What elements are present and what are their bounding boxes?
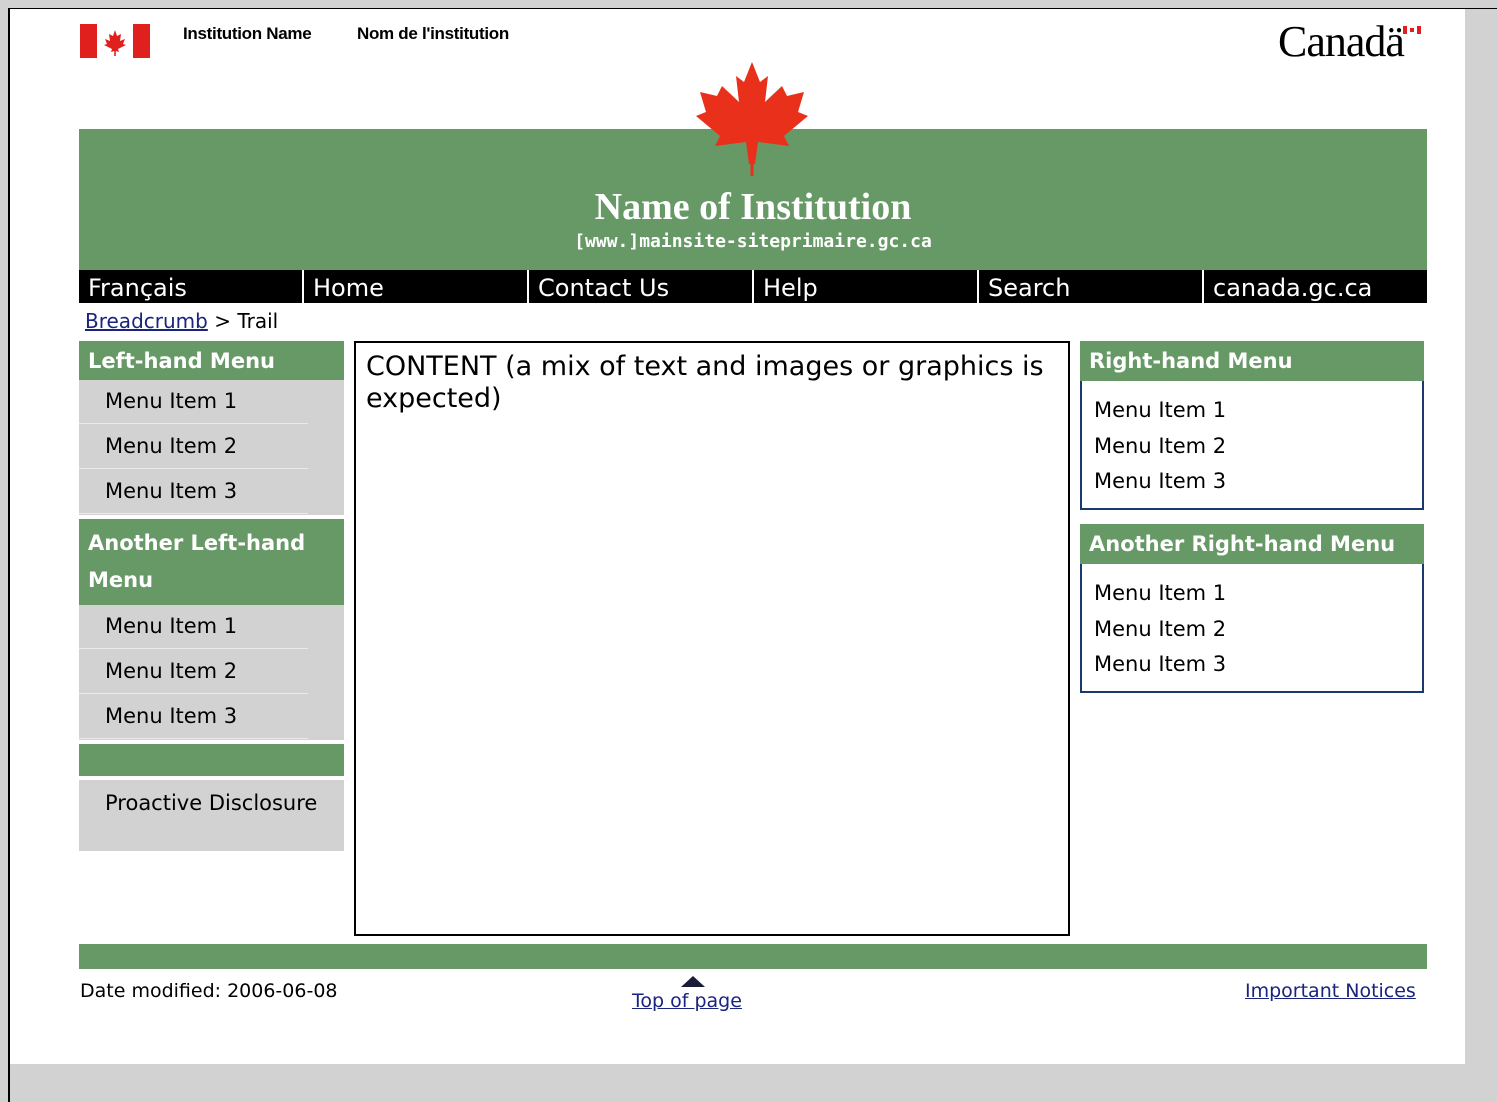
left-menu-item-1[interactable]: Menu Item 1 — [79, 380, 344, 425]
right-menu-item-1[interactable]: Menu Item 1 — [1094, 395, 1422, 431]
nav-contact-us[interactable]: Contact Us — [527, 270, 752, 303]
right-menu-body: Menu Item 1 Menu Item 2 Menu Item 3 — [1080, 381, 1424, 510]
another-right-menu-item-2[interactable]: Menu Item 2 — [1094, 614, 1422, 650]
another-right-menu-heading: Another Right-hand Menu — [1080, 524, 1424, 564]
left-menu-item-3[interactable]: Menu Item 3 — [79, 470, 344, 515]
right-menu: Right-hand Menu Menu Item 1 Menu Item 2 … — [1080, 341, 1424, 510]
site-title: Name of Institution — [594, 186, 912, 228]
right-menu-item-3[interactable]: Menu Item 3 — [1094, 466, 1422, 502]
footer-bar — [79, 944, 1427, 969]
another-right-menu-item-1[interactable]: Menu Item 1 — [1094, 578, 1422, 614]
common-menu-bar: Français Home Contact Us Help Search can… — [79, 270, 1427, 303]
nav-help[interactable]: Help — [752, 270, 977, 303]
breadcrumb: Breadcrumb > Trail — [85, 309, 278, 333]
institution-name-fr: Nom de l'institution — [357, 24, 509, 43]
another-left-menu-item-2[interactable]: Menu Item 2 — [79, 650, 344, 695]
another-right-menu-body: Menu Item 1 Menu Item 2 Menu Item 3 — [1080, 564, 1424, 693]
institution-name-en: Institution Name — [183, 24, 312, 43]
another-right-menu-item-3[interactable]: Menu Item 3 — [1094, 649, 1422, 685]
breadcrumb-link[interactable]: Breadcrumb — [85, 309, 208, 333]
important-notices-link[interactable]: Important Notices — [1245, 980, 1416, 1002]
window-frame — [0, 0, 1497, 8]
nav-home[interactable]: Home — [302, 270, 527, 303]
canada-wordmark: Canadä — [1278, 17, 1405, 66]
top-of-page-link[interactable]: Top of page — [632, 990, 742, 1012]
nav-francais[interactable]: Français — [79, 270, 302, 303]
another-left-menu-item-3[interactable]: Menu Item 3 — [79, 695, 344, 740]
canada-flag-icon — [80, 24, 150, 58]
page-margin — [10, 9, 44, 1064]
breadcrumb-separator: > — [214, 309, 231, 333]
maple-leaf-icon — [696, 62, 808, 176]
main-content: CONTENT (a mix of text and images or gra… — [354, 341, 1070, 936]
breadcrumb-current: Trail — [237, 309, 279, 333]
nav-canada-gc-ca[interactable]: canada.gc.ca — [1202, 270, 1427, 303]
left-menu-divider-bar — [79, 744, 344, 776]
date-modified: Date modified: 2006-06-08 — [80, 980, 338, 1002]
left-menu-heading: Left-hand Menu — [79, 341, 344, 380]
another-left-menu-item-1[interactable]: Menu Item 1 — [79, 605, 344, 650]
site-url: [www.]mainsite-siteprimaire.gc.ca — [574, 231, 932, 252]
nav-search[interactable]: Search — [977, 270, 1202, 303]
left-menu-item-2[interactable]: Menu Item 2 — [79, 425, 344, 470]
another-left-menu-heading: Another Left-hand Menu — [79, 519, 344, 605]
proactive-disclosure-link[interactable]: Proactive Disclosure — [79, 780, 344, 851]
another-right-menu: Another Right-hand Menu Menu Item 1 Menu… — [1080, 524, 1424, 693]
up-arrow-icon — [681, 976, 705, 987]
left-navigation: Left-hand Menu Menu Item 1 Menu Item 2 M… — [79, 341, 344, 851]
wordmark-flag-icon — [1403, 26, 1421, 34]
right-menu-heading: Right-hand Menu — [1080, 341, 1424, 381]
right-menu-item-2[interactable]: Menu Item 2 — [1094, 431, 1422, 467]
